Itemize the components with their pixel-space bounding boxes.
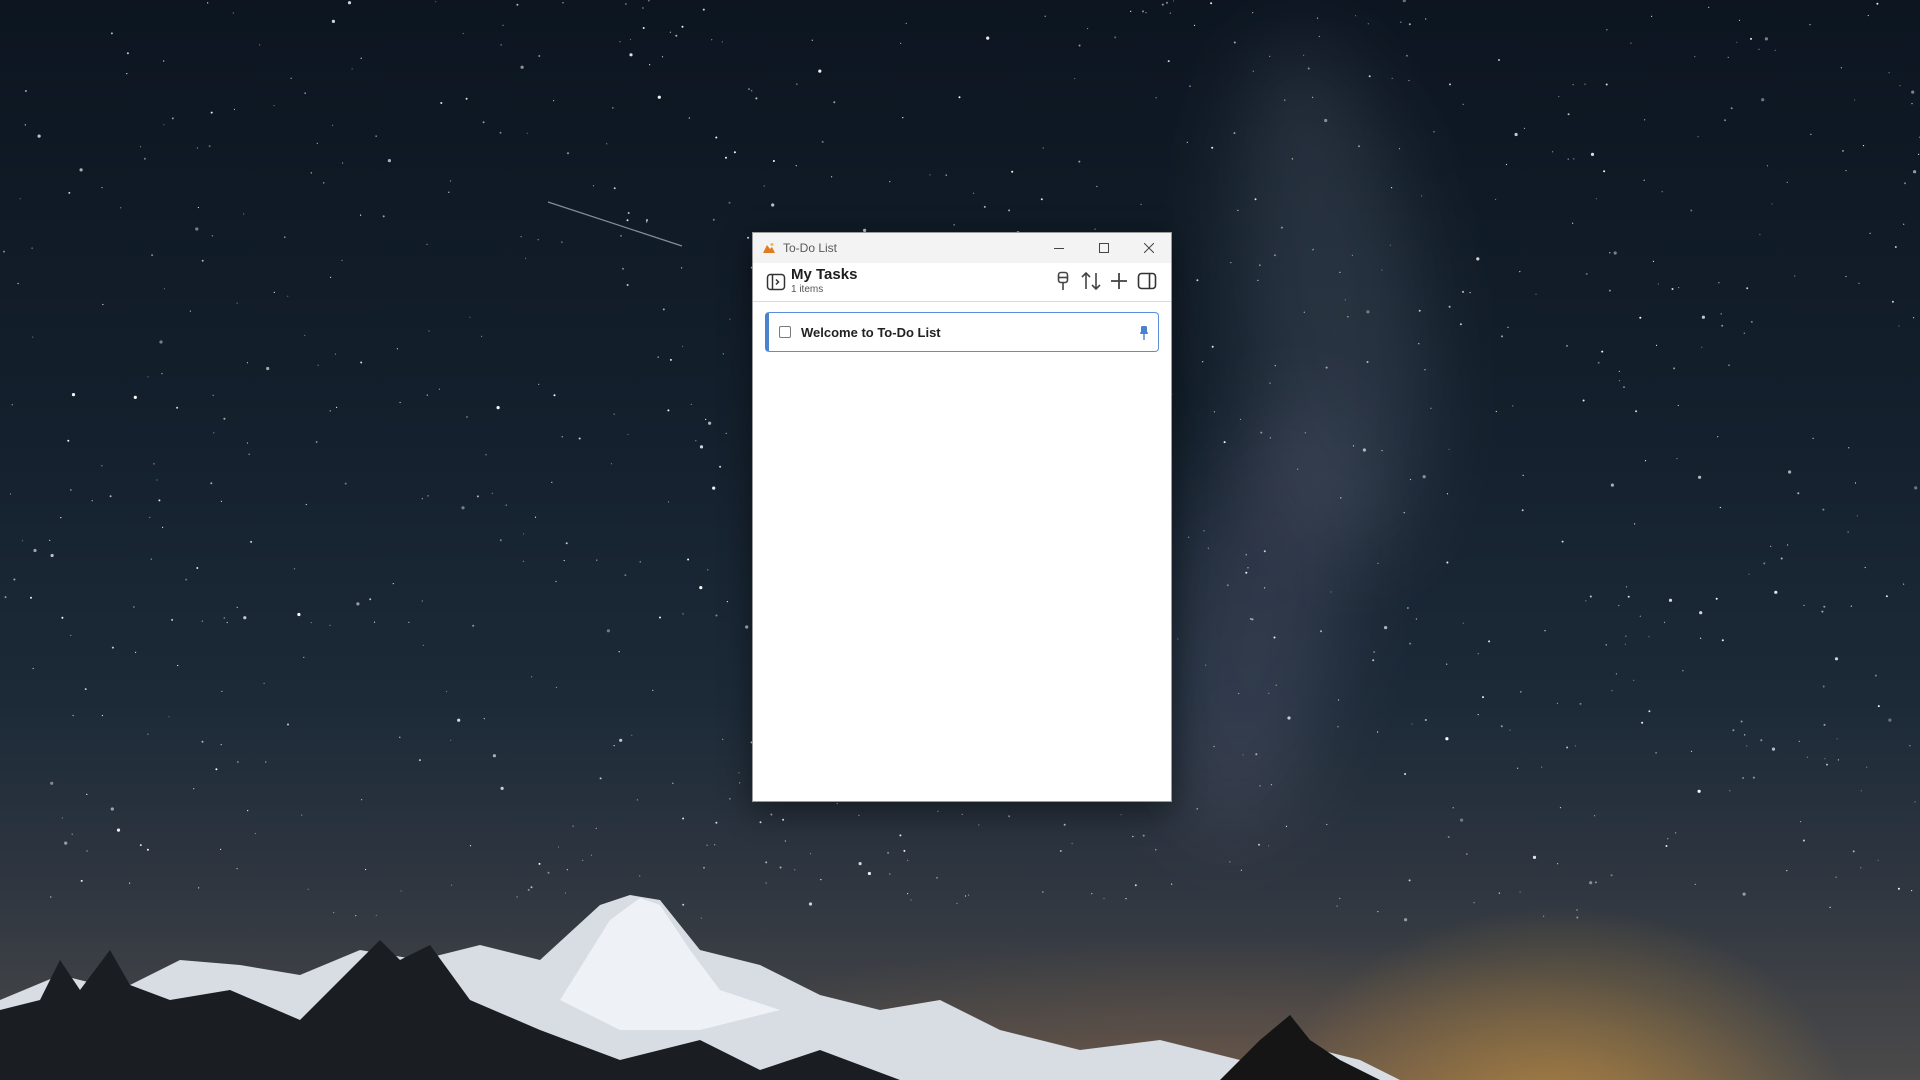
toolbar <box>1051 269 1159 293</box>
item-count: 1 items <box>791 284 824 295</box>
task-item[interactable]: Welcome to To-Do List <box>765 312 1159 352</box>
pin-icon <box>1057 271 1069 290</box>
list-header: My Tasks 1 items <box>753 263 1171 302</box>
maximize-icon <box>1098 243 1109 253</box>
sidebar-toggle-icon <box>766 273 786 291</box>
list-title: My Tasks <box>791 266 858 283</box>
task-list: Welcome to To-Do List <box>753 302 1171 352</box>
panel-button[interactable] <box>1135 269 1159 293</box>
title-bar[interactable]: To-Do List <box>753 233 1171 263</box>
app-icon <box>761 240 777 256</box>
sidebar-toggle-button[interactable] <box>765 271 787 293</box>
pin-button[interactable] <box>1051 269 1075 293</box>
minimize-icon <box>1053 248 1064 249</box>
add-task-button[interactable] <box>1107 269 1131 293</box>
panel-icon <box>1137 272 1157 290</box>
pinned-icon[interactable] <box>1139 325 1149 341</box>
close-button[interactable] <box>1126 233 1171 263</box>
plus-icon <box>1111 273 1127 289</box>
sort-button[interactable] <box>1079 269 1103 293</box>
window-title: To-Do List <box>783 241 838 255</box>
todo-window: To-Do List My Tasks 1 items Welcome to T… <box>752 232 1172 802</box>
task-checkbox[interactable] <box>779 326 791 338</box>
maximize-button[interactable] <box>1081 233 1126 263</box>
sort-icon <box>1081 271 1101 291</box>
minimize-button[interactable] <box>1036 233 1081 263</box>
close-icon <box>1143 243 1154 253</box>
task-text: Welcome to To-Do List <box>801 324 941 340</box>
